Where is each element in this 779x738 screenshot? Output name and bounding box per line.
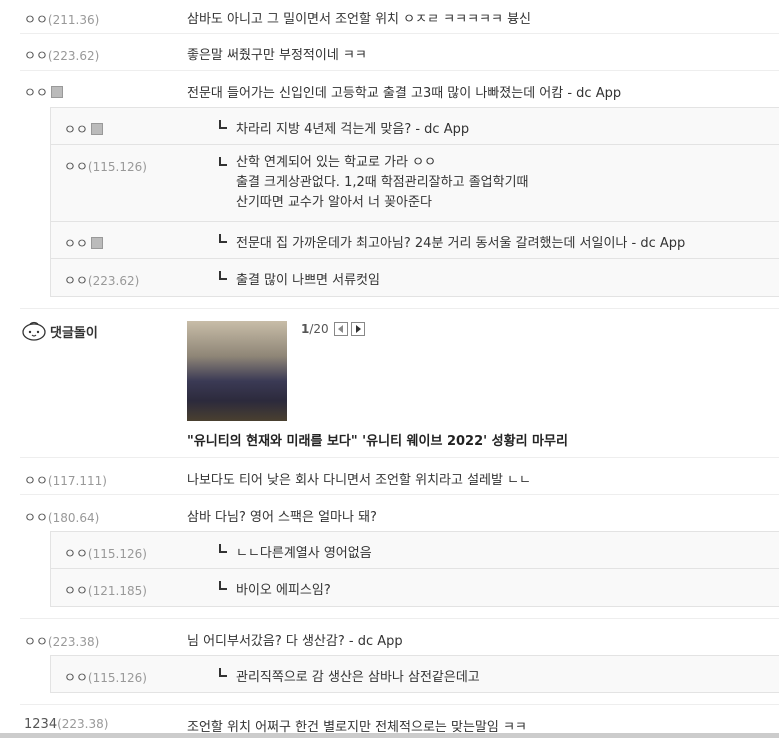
triangle-left-icon	[338, 325, 343, 333]
gallog-icon[interactable]	[50, 86, 63, 98]
reply-nick[interactable]: ㅇㅇ	[64, 233, 103, 252]
reply-text: ㄴㄴ다른계열사 영어없음	[236, 546, 372, 561]
reply-nick[interactable]: ㅇㅇ(223.62)	[64, 270, 139, 289]
comment-text: 삼바도 아니고 그 밀이면서 조언할 위치 ㅇㅈㄹ ㅋㅋㅋㅋㅋ 븅신	[187, 12, 532, 27]
reply-arrow-icon	[219, 157, 227, 166]
reply-arrow-icon	[219, 271, 227, 280]
reply-arrow-icon	[219, 234, 227, 243]
reply-text: 관리직쪽으로 감 생산은 삼바나 삼전같은데고	[236, 670, 480, 685]
reply-text: 차라리 지방 4년제 걱는게 맞음? - dc App	[236, 122, 470, 137]
reply-nick[interactable]: ㅇㅇ(115.126)	[64, 156, 147, 175]
reply-arrow-icon	[219, 120, 227, 129]
gallog-icon[interactable]	[90, 237, 103, 249]
reply-nick[interactable]: ㅇㅇ	[64, 119, 103, 138]
reply-arrow-icon	[219, 668, 227, 677]
comment-nick[interactable]: ㅇㅇ	[24, 82, 63, 101]
comment-nick[interactable]: ㅇㅇ(180.64)	[24, 507, 99, 526]
reply-text: 전문대 집 가까운데가 최고아님? 24분 거리 동서울 갈려했는데 서일이나 …	[236, 236, 686, 251]
reply-list	[50, 531, 779, 607]
reply-nick[interactable]: ㅇㅇ(121.185)	[64, 580, 147, 599]
comment-text: 나보다도 티어 낮은 회사 다니면서 조언할 위치라고 설레발 ㄴㄴ	[187, 473, 532, 488]
promo-pager: 1/20	[301, 322, 329, 336]
comment-text: 님 어디부서갔음? 다 생산감? - dc App	[187, 634, 403, 649]
horizontal-scrollbar[interactable]	[0, 733, 779, 738]
gallog-icon[interactable]	[90, 123, 103, 135]
comment-nick[interactable]: ㅇㅇ(211.36)	[24, 9, 99, 28]
reply-text: 산학 연계되어 있는 학교로 가라 ㅇㅇ 출결 크게상관없다. 1,2때 학점관…	[236, 155, 529, 210]
reply-arrow-icon	[219, 544, 227, 553]
comment-nick[interactable]: ㅇㅇ(223.38)	[24, 631, 99, 650]
comment-nick[interactable]: ㅇㅇ(223.62)	[24, 45, 99, 64]
comment-nick[interactable]: 1234(223.38)	[24, 717, 108, 732]
promo-thumbnail[interactable]	[187, 321, 287, 421]
comment-text: 삼바 다님? 영어 스팩은 얼마나 돼?	[187, 510, 377, 525]
reply-nick[interactable]: ㅇㅇ(115.126)	[64, 543, 147, 562]
prev-page-button[interactable]	[334, 322, 348, 336]
bot-face-icon	[22, 321, 46, 341]
reply-text: 바이오 에피스임?	[236, 583, 331, 598]
reply-arrow-icon	[219, 581, 227, 590]
promo-title-link[interactable]: "유니티의 현재와 미래를 보다" '유니티 웨이브 2022' 성황리 마무리	[187, 430, 568, 449]
next-page-button[interactable]	[351, 322, 365, 336]
triangle-right-icon	[356, 325, 361, 333]
comment-text: 좋은말 써줬구만 부정적이네 ㅋㅋ	[187, 48, 367, 63]
comment-nick[interactable]: ㅇㅇ(117.111)	[24, 470, 107, 489]
comment-text: 전문대 들어가는 신입인데 고등학교 출결 고3때 많이 나빠졌는데 어캄 - …	[187, 86, 622, 101]
bot-label: 댓글돌이	[50, 326, 98, 341]
reply-text: 출결 많이 나쁘면 서류컷임	[236, 273, 380, 288]
reply-nick[interactable]: ㅇㅇ(115.126)	[64, 667, 147, 686]
